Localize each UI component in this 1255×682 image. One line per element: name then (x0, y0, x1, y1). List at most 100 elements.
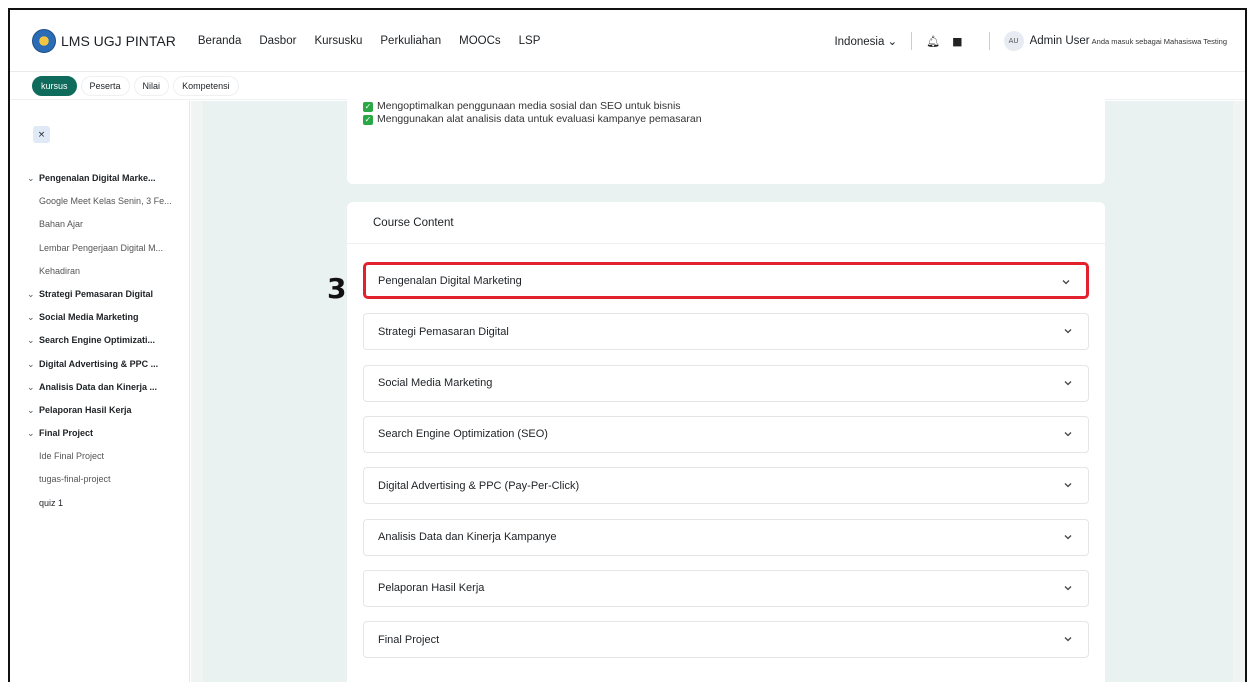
course-content-card: Course Content Pengenalan Digital Market… (347, 202, 1105, 682)
sidebar-section[interactable]: ⌄ Strategi Pemasaran Digital (10, 283, 189, 306)
sidebar-section[interactable]: ⌄ Search Engine Optimizati... (10, 329, 189, 352)
chevron-down-icon[interactable]: ⌄ (27, 376, 39, 399)
sidebar-section[interactable]: ⌄ Digital Advertising & PPC ... (10, 353, 189, 376)
tab-nilai[interactable]: Nilai (133, 75, 170, 96)
sidebar-activity[interactable]: Lembar Pengerjaan Digital M... (10, 237, 189, 260)
course-section-item[interactable]: Digital Advertising & PPC (Pay-Per-Click… (363, 467, 1089, 505)
sidebar-item-label: Search Engine Optimizati... (39, 335, 156, 346)
chevron-down-icon[interactable] (1062, 479, 1074, 491)
bell-icon[interactable]: 🔔︎ (926, 35, 940, 48)
sidebar-item-label: Lembar Pengerjaan Digital M... (39, 242, 164, 253)
chevron-down-icon[interactable] (1062, 633, 1074, 645)
section-title: Analisis Data dan Kinerja Kampanye (378, 531, 557, 543)
sidebar-item-label: Final Project (39, 428, 94, 439)
brand-name[interactable]: LMS UGJ PINTAR (61, 33, 176, 49)
course-section-item[interactable]: Strategi Pemasaran Digital (363, 313, 1089, 351)
sidebar-item-label: quiz 1 (39, 497, 64, 508)
step-number-annotation: 3 (327, 272, 347, 305)
university-logo[interactable] (32, 28, 56, 53)
section-title: Pengenalan Digital Marketing (378, 274, 522, 287)
sidebar-item-label: Digital Advertising & PPC ... (39, 358, 159, 369)
avatar[interactable]: AU (1003, 31, 1024, 51)
close-drawer-button[interactable]: × (33, 126, 50, 143)
objective-item: ✓ Mengoptimalkan penggunaan media sosial… (363, 100, 702, 113)
nav-dasbor[interactable]: Dasbor (259, 35, 296, 47)
message-icon[interactable]: ■ (952, 35, 962, 48)
chevron-down-icon[interactable] (1060, 276, 1072, 288)
course-section-item[interactable]: Final Project (363, 621, 1089, 659)
objective-item: ✓ Menggunakan alat analisis data untuk e… (363, 113, 702, 126)
nav-kursusku[interactable]: Kursusku (314, 35, 362, 47)
screenshot-frame: LMS UGJ PINTAR Beranda Dasbor Kursusku P… (8, 8, 1247, 682)
sidebar-item-label: Pelaporan Hasil Kerja (39, 404, 132, 415)
sidebar-activity[interactable]: Google Meet Kelas Senin, 3 Fe... (10, 190, 189, 213)
chevron-down-icon[interactable]: ⌄ (27, 306, 39, 329)
course-section-item[interactable]: Pelaporan Hasil Kerja (363, 569, 1089, 607)
section-title: Pelaporan Hasil Kerja (378, 582, 485, 595)
divider (911, 32, 913, 50)
nav-lsp[interactable]: LSP (519, 35, 541, 47)
sidebar-section[interactable]: ⌄ Social Media Marketing (10, 306, 189, 329)
primary-nav: Beranda Dasbor Kursusku Perkuliahan MOOC… (198, 35, 559, 47)
course-index-sidebar: × ⌄ Pengenalan Digital Marke... Google Mee… (10, 101, 190, 682)
section-title: Final Project (378, 633, 440, 646)
nav-beranda[interactable]: Beranda (198, 35, 241, 47)
sidebar-item-label: Social Media Marketing (39, 312, 139, 323)
check-icon: ✓ (363, 101, 373, 112)
tab-kursus[interactable]: kursus (32, 75, 77, 96)
user-name[interactable]: Admin User (1030, 35, 1090, 47)
navbar-right: Indonesia ⌄ 🔔︎ ■ AU Admin User Anda masu… (834, 10, 1227, 72)
sidebar-item-label: Kehadiran (39, 265, 81, 276)
sidebar-activity[interactable]: Kehadiran (10, 260, 189, 283)
sidebar-item-label: Strategi Pemasaran Digital (39, 288, 154, 299)
nav-moocs[interactable]: MOOCs (459, 35, 501, 47)
objective-text: Mengoptimalkan penggunaan media sosial d… (377, 100, 681, 112)
sidebar-section[interactable]: ⌄ Pengenalan Digital Marke... (10, 167, 189, 190)
tab-peserta[interactable]: Peserta (80, 75, 130, 96)
sidebar-section[interactable]: ⌄ Pelaporan Hasil Kerja (10, 399, 189, 422)
section-title: Social Media Marketing (378, 377, 493, 390)
top-navbar: LMS UGJ PINTAR Beranda Dasbor Kursusku P… (10, 10, 1245, 72)
user-role-note: Anda masuk sebagai Mahasiswa Testing (1091, 36, 1227, 46)
sidebar-item-label: tugas-final-project (39, 474, 111, 485)
sidebar-item-label: Google Meet Kelas Senin, 3 Fe... (39, 196, 172, 207)
chevron-down-icon[interactable]: ⌄ (27, 329, 39, 352)
section-title: Digital Advertising & PPC (Pay-Per-Click… (378, 479, 580, 492)
divider (988, 32, 990, 50)
sidebar-activity[interactable]: Bahan Ajar (10, 213, 189, 236)
sidebar-item-label: Bahan Ajar (39, 219, 84, 230)
sidebar-section[interactable]: ⌄ Final Project (10, 422, 189, 445)
chevron-down-icon[interactable] (1062, 531, 1074, 543)
sidebar-item-label: Analisis Data dan Kinerja ... (39, 381, 158, 392)
course-index-list: ⌄ Pengenalan Digital Marke... Google Meet … (10, 167, 189, 515)
chevron-down-icon[interactable]: ⌄ (27, 353, 39, 376)
learning-objectives: ✓ Mengoptimalkan penggunaan media sosial… (347, 100, 702, 126)
course-section-item[interactable]: Pengenalan Digital Marketing (363, 262, 1089, 299)
language-selector[interactable]: Indonesia ⌄ (834, 34, 897, 48)
section-title: Search Engine Optimization (SEO) (378, 428, 548, 441)
sidebar-item-label: Ide Final Project (39, 451, 105, 462)
sidebar-activity[interactable]: Ide Final Project (10, 445, 189, 468)
check-icon: ✓ (363, 114, 373, 125)
sidebar-item-label: Pengenalan Digital Marke... (39, 173, 156, 183)
chevron-down-icon[interactable] (1062, 377, 1074, 389)
tab-kompetensi[interactable]: Kompetensi (173, 75, 239, 96)
chevron-down-icon[interactable] (1062, 428, 1074, 440)
course-summary-card: ✓ Mengoptimalkan penggunaan media sosial… (347, 92, 1105, 184)
course-section-item[interactable]: Search Engine Optimization (SEO) (363, 415, 1089, 453)
nav-perkuliahan[interactable]: Perkuliahan (380, 35, 441, 47)
section-title: Strategi Pemasaran Digital (378, 325, 509, 338)
chevron-down-icon[interactable]: ⌄ (27, 399, 39, 422)
course-content-title: Course Content (347, 202, 1105, 244)
course-section-item[interactable]: Analisis Data dan Kinerja Kampanye (363, 518, 1089, 556)
chevron-down-icon[interactable]: ⌄ (27, 422, 39, 445)
sidebar-activity[interactable]: tugas-final-project (10, 468, 189, 491)
course-section-item[interactable]: Social Media Marketing (363, 364, 1089, 402)
sidebar-activity[interactable]: quiz 1 (10, 492, 189, 515)
sidebar-section[interactable]: ⌄ Analisis Data dan Kinerja ... (10, 376, 189, 399)
chevron-down-icon[interactable] (1062, 325, 1074, 337)
chevron-down-icon[interactable]: ⌄ (27, 283, 39, 306)
chevron-down-icon[interactable]: ⌄ (27, 167, 39, 190)
objective-text: Menggunakan alat analisis data untuk eva… (377, 113, 702, 125)
chevron-down-icon[interactable] (1062, 582, 1074, 594)
